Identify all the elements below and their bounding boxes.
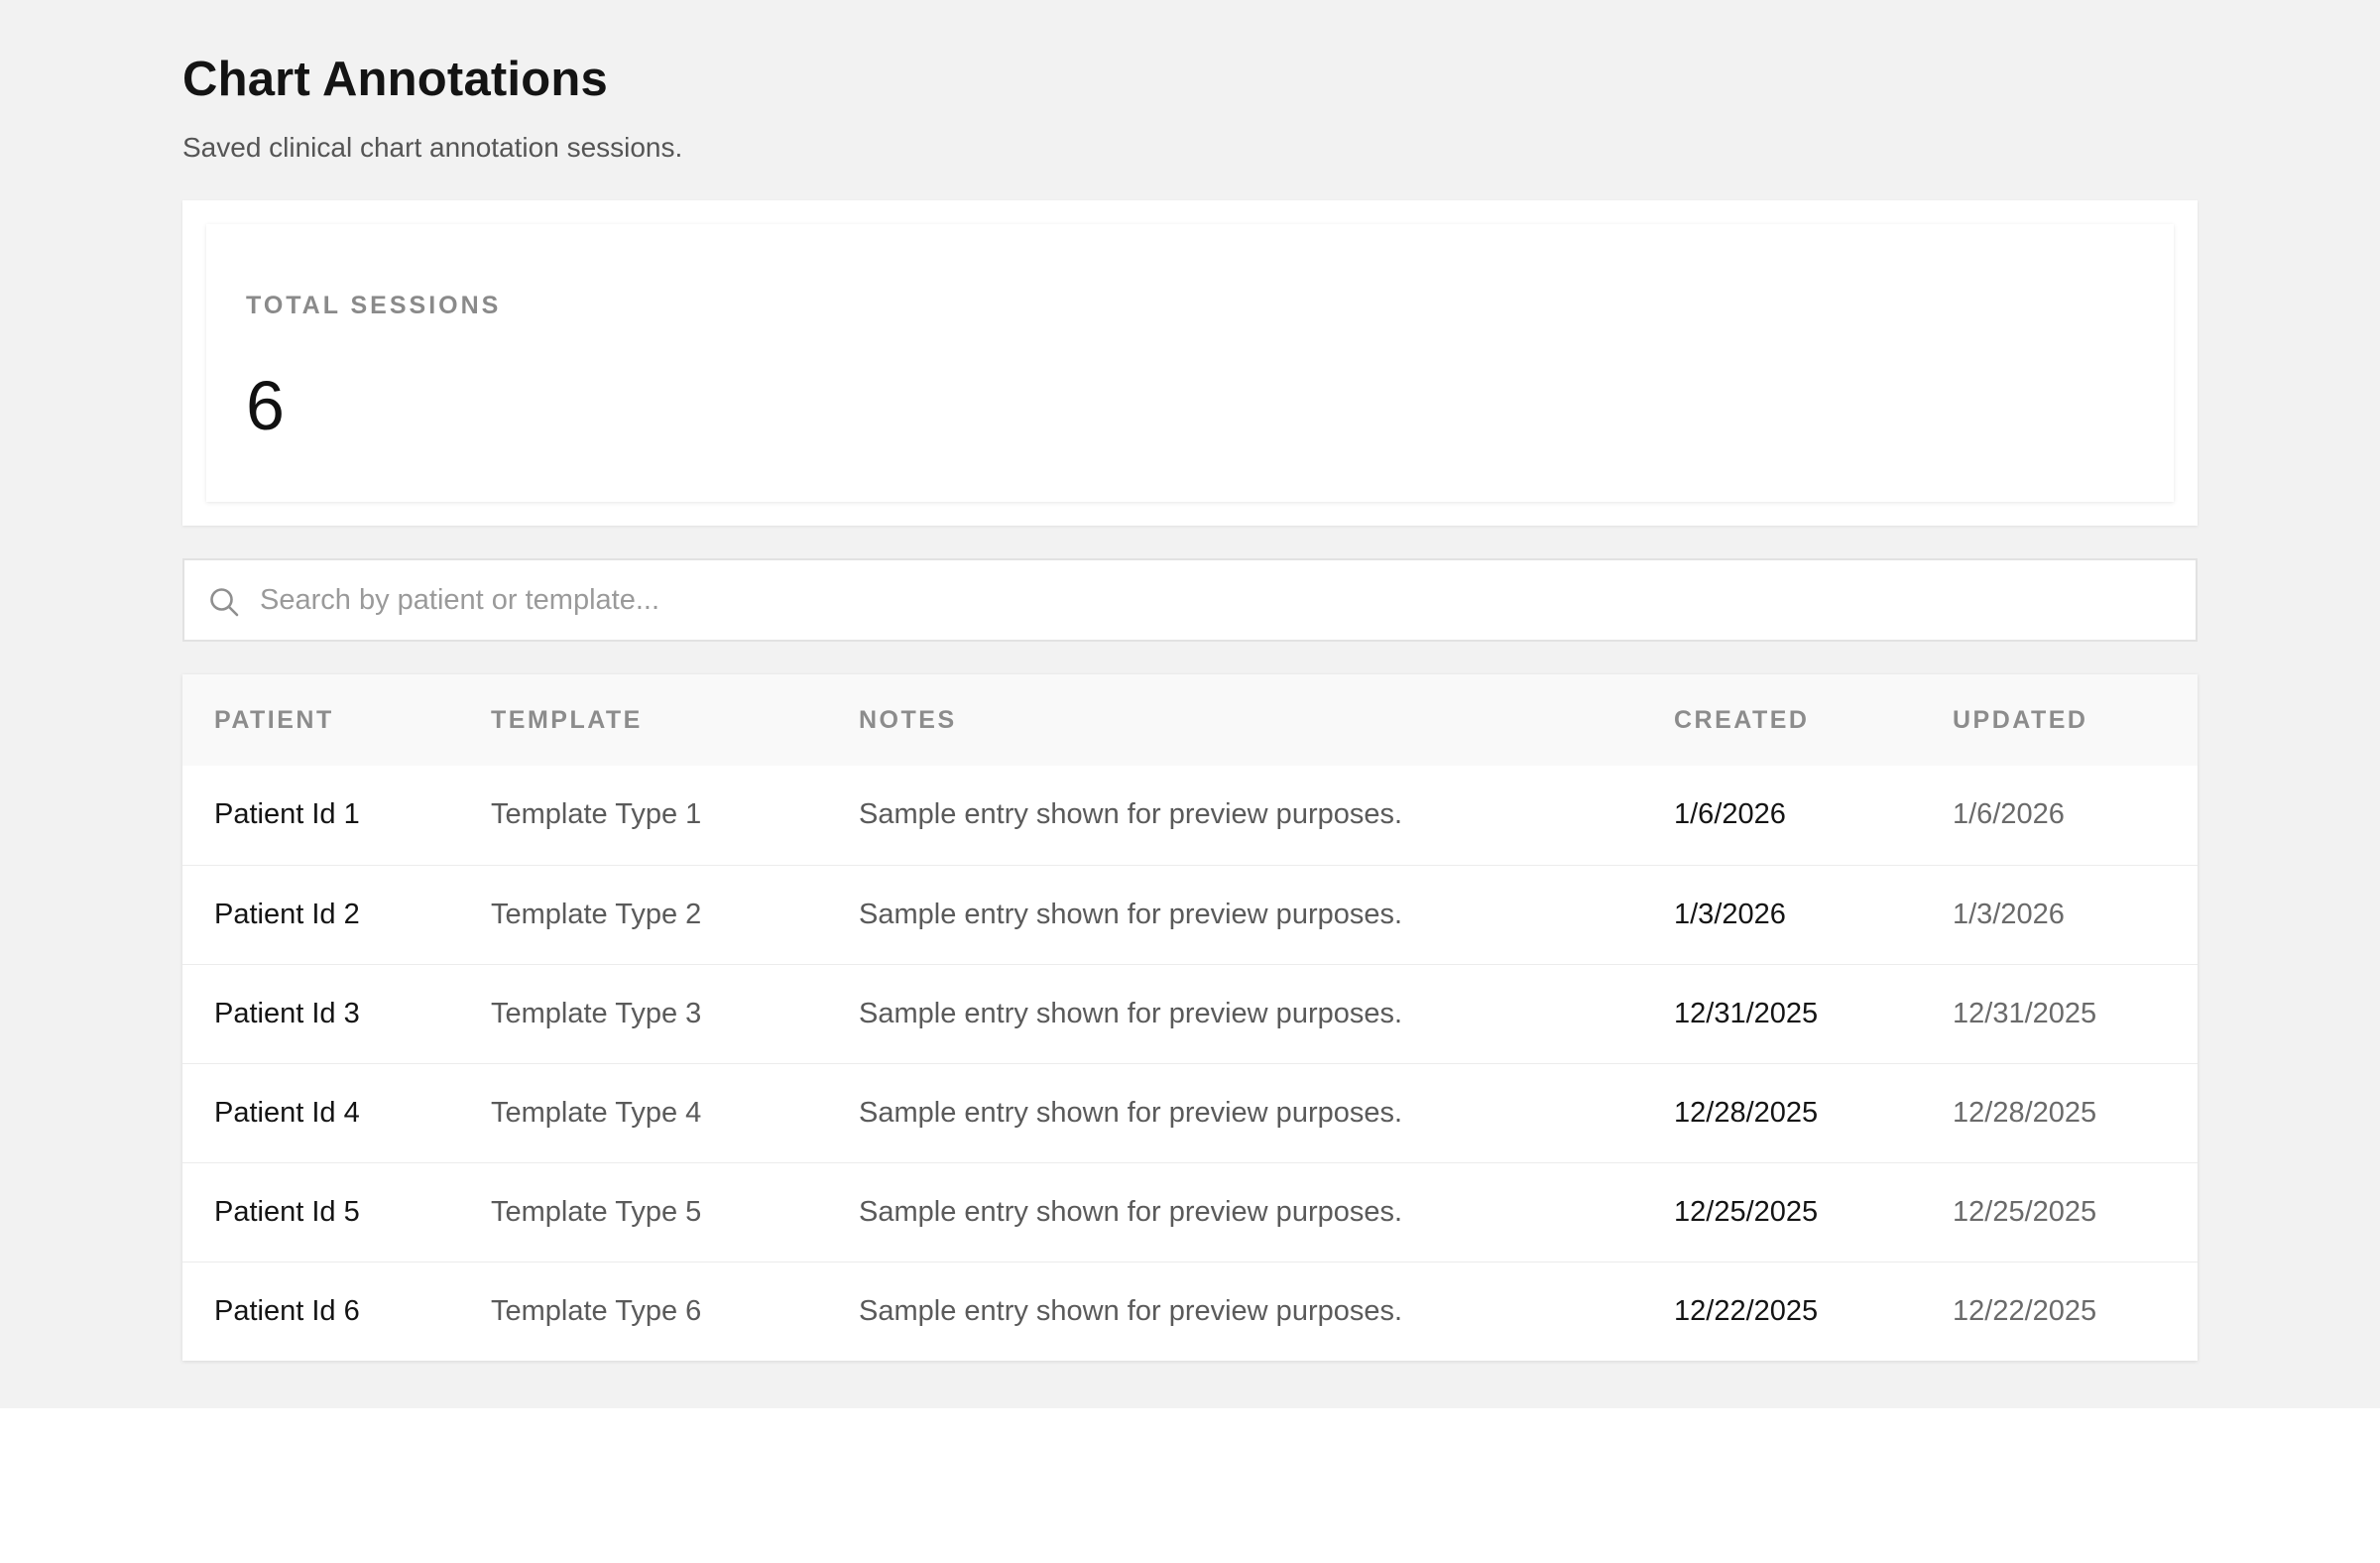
cell-notes: Sample entry shown for preview purposes.: [859, 1096, 1403, 1129]
page-title: Chart Annotations: [182, 53, 608, 106]
cell-updated: 1/6/2026: [1953, 798, 2065, 831]
cell-notes: Sample entry shown for preview purposes.: [859, 798, 1403, 831]
cell-patient: Patient Id 2: [214, 898, 360, 930]
table-row[interactable]: Patient Id 2 Template Type 2 Sample entr…: [182, 865, 2198, 964]
cell-patient: Patient Id 4: [214, 1096, 360, 1129]
cell-notes: Sample entry shown for preview purposes.: [859, 1294, 1403, 1327]
cell-created: 12/22/2025: [1674, 1294, 1819, 1327]
total-sessions-card: TOTAL SESSIONS 6: [206, 224, 2174, 502]
cell-notes: Sample entry shown for preview purposes.: [859, 898, 1403, 930]
search-icon: [208, 586, 240, 618]
cell-updated: 12/31/2025: [1953, 997, 2097, 1029]
cell-patient: Patient Id 3: [214, 997, 360, 1029]
cell-created: 1/6/2026: [1674, 798, 1786, 831]
cell-updated: 12/25/2025: [1953, 1195, 2097, 1228]
cell-template: Template Type 2: [491, 898, 702, 930]
cell-created: 12/31/2025: [1674, 997, 1819, 1029]
table-row[interactable]: Patient Id 5 Template Type 5 Sample entr…: [182, 1162, 2198, 1262]
cell-patient: Patient Id 5: [214, 1195, 360, 1228]
table-row[interactable]: Patient Id 1 Template Type 1 Sample entr…: [182, 766, 2198, 865]
page-background: Chart Annotations Saved clinical chart a…: [0, 0, 2380, 1408]
cell-updated: 12/22/2025: [1953, 1294, 2097, 1327]
cell-notes: Sample entry shown for preview purposes.: [859, 997, 1403, 1029]
stats-panel: TOTAL SESSIONS 6: [182, 200, 2198, 526]
sessions-table: PATIENT TEMPLATE NOTES CREATED UPDATED P…: [182, 674, 2198, 1361]
cell-created: 12/28/2025: [1674, 1096, 1819, 1129]
search-input[interactable]: [260, 560, 2174, 640]
cell-patient: Patient Id 6: [214, 1294, 360, 1327]
table-header-row: PATIENT TEMPLATE NOTES CREATED UPDATED: [182, 674, 2198, 766]
table-row[interactable]: Patient Id 3 Template Type 3 Sample entr…: [182, 964, 2198, 1063]
column-header-created[interactable]: CREATED: [1642, 674, 1921, 766]
total-sessions-label: TOTAL SESSIONS: [246, 292, 502, 319]
column-header-updated[interactable]: UPDATED: [1921, 674, 2198, 766]
cell-template: Template Type 5: [491, 1195, 702, 1228]
total-sessions-value: 6: [246, 367, 285, 444]
cell-created: 12/25/2025: [1674, 1195, 1819, 1228]
page-subtitle: Saved clinical chart annotation sessions…: [182, 132, 683, 163]
cell-notes: Sample entry shown for preview purposes.: [859, 1195, 1403, 1228]
cell-template: Template Type 6: [491, 1294, 702, 1327]
cell-updated: 1/3/2026: [1953, 898, 2065, 930]
cell-template: Template Type 3: [491, 997, 702, 1029]
table-row[interactable]: Patient Id 4 Template Type 4 Sample entr…: [182, 1063, 2198, 1162]
column-header-template[interactable]: TEMPLATE: [459, 674, 827, 766]
cell-created: 1/3/2026: [1674, 898, 1786, 930]
cell-patient: Patient Id 1: [214, 798, 360, 831]
cell-template: Template Type 1: [491, 798, 702, 831]
column-header-patient[interactable]: PATIENT: [182, 674, 459, 766]
cell-updated: 12/28/2025: [1953, 1096, 2097, 1129]
column-header-notes[interactable]: NOTES: [827, 674, 1642, 766]
cell-template: Template Type 4: [491, 1096, 702, 1129]
table-row[interactable]: Patient Id 6 Template Type 6 Sample entr…: [182, 1262, 2198, 1361]
search-box[interactable]: [182, 558, 2198, 642]
